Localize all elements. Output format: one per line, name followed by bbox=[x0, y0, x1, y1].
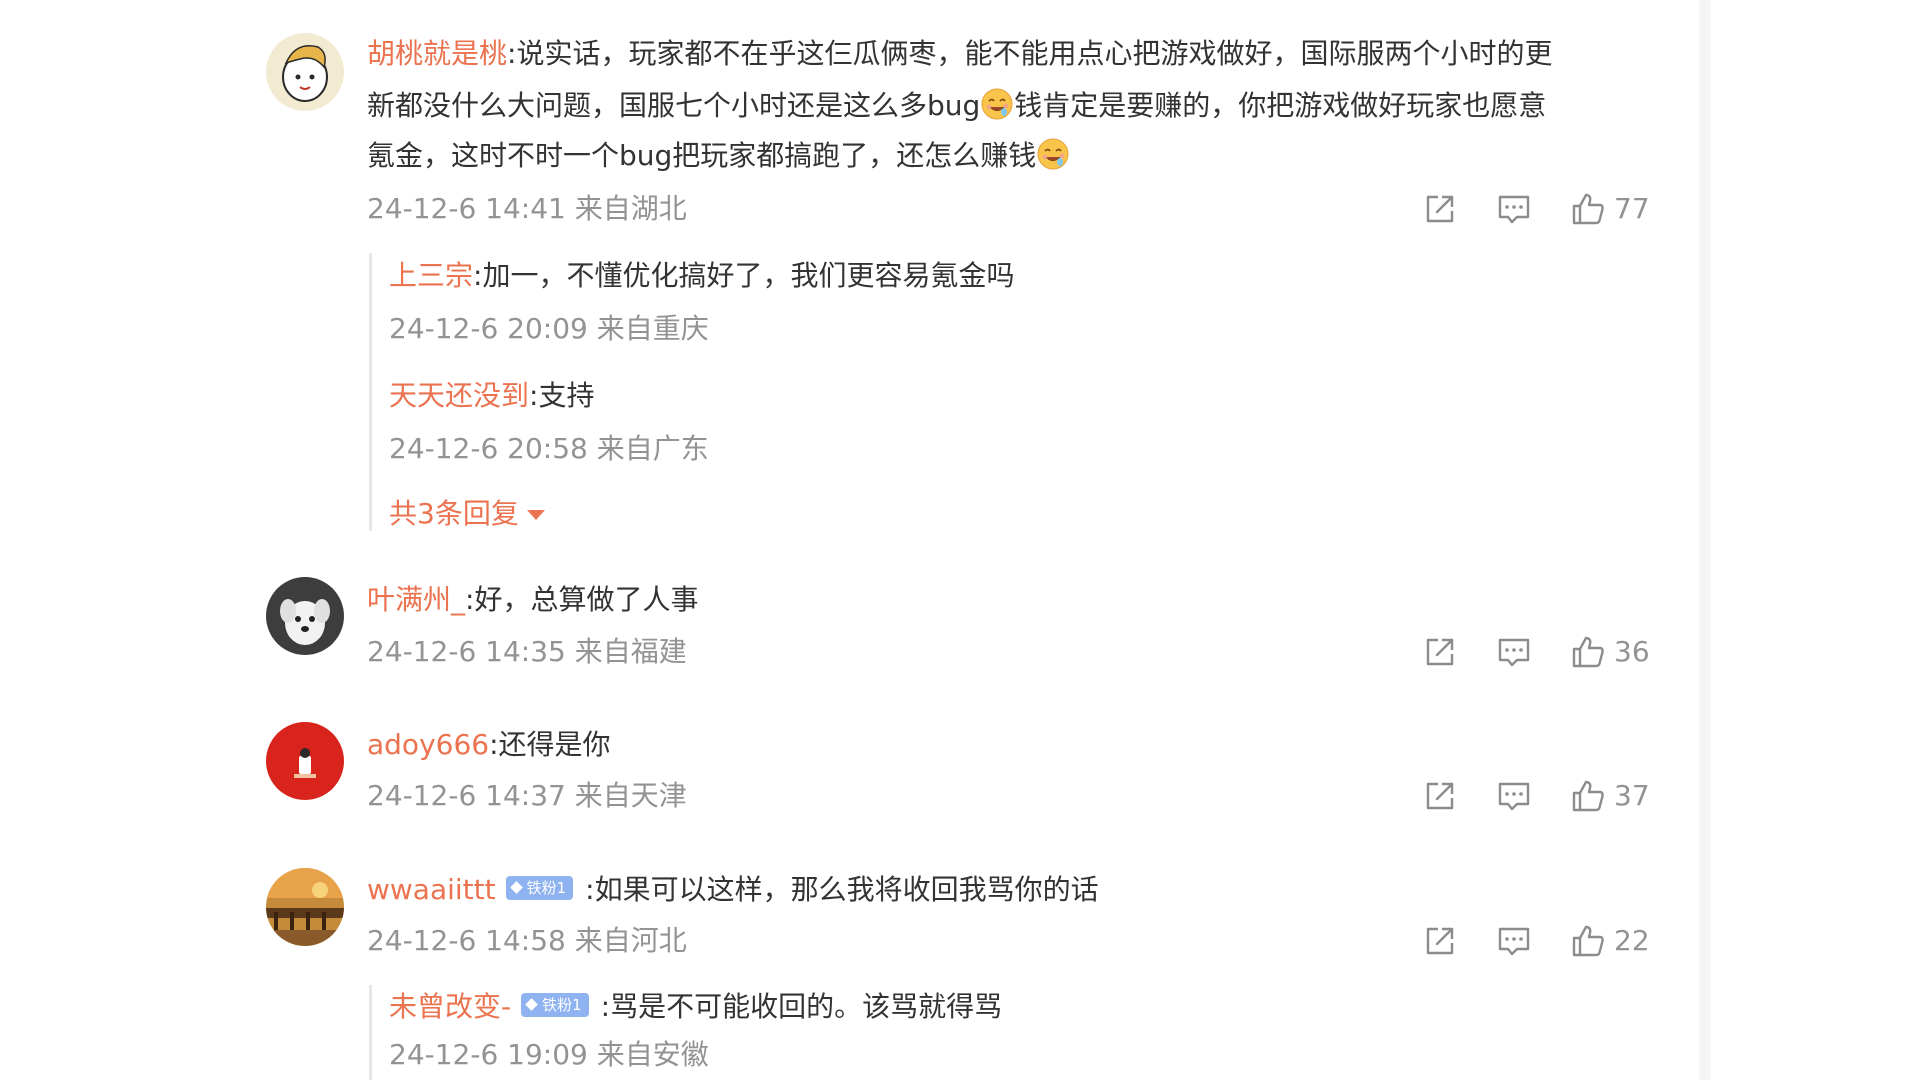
avatar[interactable] bbox=[266, 33, 344, 111]
comment-actions: 22 bbox=[1420, 921, 1660, 961]
username-link[interactable]: 叶满州_ bbox=[367, 583, 465, 616]
reply-text: 天天还没到:支持 bbox=[389, 374, 594, 418]
diamond-icon bbox=[525, 998, 538, 1011]
comment-body: 新都没什么大问题，国服七个小时还是这么多bug bbox=[367, 89, 981, 122]
thumbs-up-icon[interactable] bbox=[1568, 632, 1608, 672]
reply-text: 未曾改变- 铁粉1 :骂是不可能收回的。该骂就得骂 bbox=[389, 985, 1002, 1029]
more-replies-link[interactable]: 共3条回复 bbox=[389, 494, 545, 534]
comment-text: 胡桃就是桃:说实话，玩家都不在乎这仨瓜俩枣，能不能用点心把游戏做好，国际服两个小… bbox=[367, 29, 1552, 79]
avatar[interactable] bbox=[266, 722, 344, 800]
comment-body: :好，总算做了人事 bbox=[465, 583, 699, 616]
like-count: 22 bbox=[1614, 924, 1650, 957]
comment-actions: 37 bbox=[1420, 776, 1660, 816]
reply-thread bbox=[369, 253, 372, 531]
comment-icon[interactable] bbox=[1494, 189, 1534, 229]
fan-badge[interactable]: 铁粉1 bbox=[505, 876, 574, 900]
avatar[interactable] bbox=[266, 577, 344, 655]
share-icon[interactable] bbox=[1420, 921, 1460, 961]
comment-icon[interactable] bbox=[1494, 632, 1534, 672]
reply-body: :加一，不懂优化搞好了，我们更容易氪金吗 bbox=[473, 259, 1015, 292]
scrollbar-gutter bbox=[1699, 0, 1711, 1080]
comment-body: 氪金，这时不时一个bug把玩家都搞跑了，还怎么赚钱 bbox=[367, 139, 1037, 172]
avatar[interactable] bbox=[266, 868, 344, 946]
comment-body: :如果可以这样，那么我将收回我骂你的话 bbox=[585, 873, 1099, 906]
fan-badge-label: 铁粉1 bbox=[542, 996, 582, 1014]
comment-timestamp: 24-12-6 14:41 来自湖北 bbox=[367, 192, 687, 225]
like-count: 77 bbox=[1614, 192, 1650, 225]
comment-timestamp: 24-12-6 14:58 来自河北 bbox=[367, 924, 687, 957]
reply-thread bbox=[369, 985, 372, 1080]
username-link[interactable]: 未曾改变- bbox=[389, 990, 511, 1023]
like-count: 36 bbox=[1614, 635, 1650, 668]
comment-body: :说实话，玩家都不在乎这仨瓜俩枣，能不能用点心把游戏做好，国际服两个小时的更 bbox=[507, 37, 1553, 70]
more-replies-label: 共3条回复 bbox=[389, 497, 519, 530]
username-link[interactable]: 上三宗 bbox=[389, 259, 473, 292]
share-icon[interactable] bbox=[1420, 189, 1460, 229]
comment-body: 钱肯定是要赚的，你把游戏做好玩家也愿意 bbox=[1014, 89, 1547, 122]
like-count: 37 bbox=[1614, 779, 1650, 812]
share-icon[interactable] bbox=[1420, 776, 1460, 816]
reply-timestamp: 24-12-6 20:09 来自重庆 bbox=[389, 312, 709, 345]
comment-actions: 77 bbox=[1420, 189, 1660, 229]
comment-body: :还得是你 bbox=[489, 728, 611, 761]
drooling-face-emoji-icon bbox=[980, 87, 1014, 121]
comment-text: adoy666:还得是你 bbox=[367, 720, 611, 770]
fan-badge[interactable]: 铁粉1 bbox=[521, 993, 589, 1017]
comment-timestamp: 24-12-6 14:35 来自福建 bbox=[367, 635, 687, 668]
drooling-face-emoji-icon bbox=[1036, 137, 1070, 171]
username-link[interactable]: 天天还没到 bbox=[389, 379, 529, 412]
comment-icon[interactable] bbox=[1494, 921, 1534, 961]
reply-text: 上三宗:加一，不懂优化搞好了，我们更容易氪金吗 bbox=[389, 254, 1014, 298]
fan-badge-label: 铁粉1 bbox=[526, 879, 567, 897]
diamond-icon bbox=[509, 881, 523, 894]
reply-timestamp: 24-12-6 20:58 来自广东 bbox=[389, 432, 709, 465]
username-link[interactable]: wwaaiittt bbox=[367, 873, 496, 906]
reply-timestamp: 24-12-6 19:09 来自安徽 bbox=[389, 1038, 709, 1071]
thumbs-up-icon[interactable] bbox=[1568, 189, 1608, 229]
comment-timestamp: 24-12-6 14:37 来自天津 bbox=[367, 779, 687, 812]
comment-text: 新都没什么大问题，国服七个小时还是这么多bug 钱肯定是要赚的，你把游戏做好玩家也… bbox=[367, 81, 1546, 131]
username-link[interactable]: adoy666 bbox=[367, 728, 489, 761]
reply-body: :支持 bbox=[529, 379, 595, 412]
comment-text: wwaaiittt 铁粉1 :如果可以这样，那么我将收回我骂你的话 bbox=[367, 865, 1099, 915]
comment-actions: 36 bbox=[1420, 632, 1660, 672]
triangle-down-icon bbox=[526, 510, 545, 520]
thumbs-up-icon[interactable] bbox=[1568, 921, 1608, 961]
reply-body: :骂是不可能收回的。该骂就得骂 bbox=[600, 990, 1003, 1023]
username-link[interactable]: 胡桃就是桃 bbox=[367, 37, 507, 70]
comment-icon[interactable] bbox=[1494, 776, 1534, 816]
comment-text: 叶满州_:好，总算做了人事 bbox=[367, 575, 698, 625]
comment-text: 氪金，这时不时一个bug把玩家都搞跑了，还怎么赚钱 bbox=[367, 131, 1070, 181]
share-icon[interactable] bbox=[1420, 632, 1460, 672]
thumbs-up-icon[interactable] bbox=[1568, 776, 1608, 816]
